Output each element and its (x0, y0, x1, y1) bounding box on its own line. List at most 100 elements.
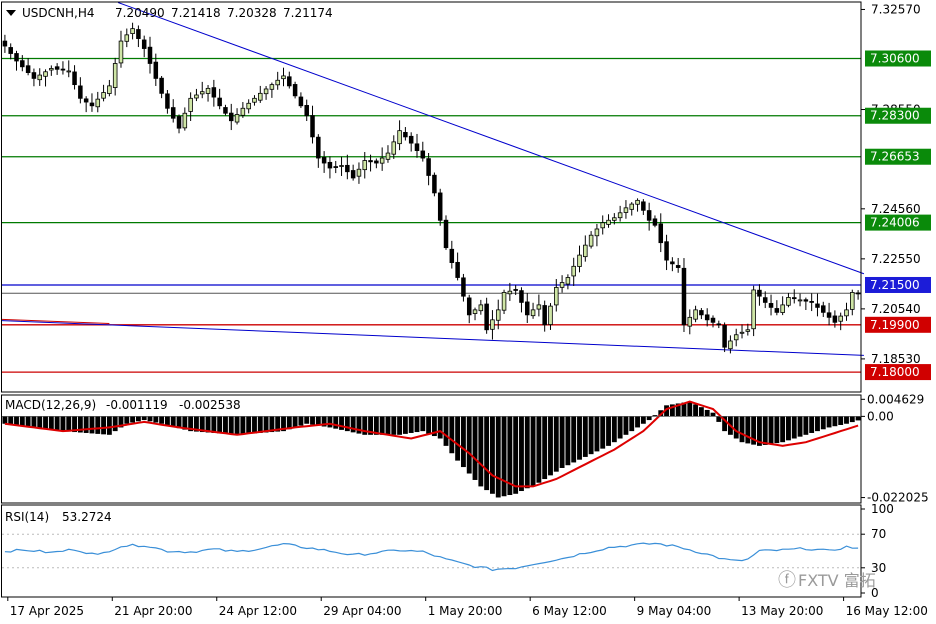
candle-body (379, 157, 385, 164)
candle-body (675, 265, 681, 268)
macd-histogram-bar (803, 416, 809, 435)
macd-histogram-bar (849, 416, 855, 423)
candle-body (234, 114, 240, 123)
candle-body (426, 158, 431, 176)
macd-histogram-bar (437, 416, 443, 439)
candle-body (292, 84, 298, 97)
macd-histogram-bar (490, 416, 495, 494)
candle-body (762, 297, 768, 303)
candle-body (791, 297, 797, 300)
macd-histogram-bar (745, 416, 751, 444)
candle-body (826, 312, 832, 318)
main-chart-title: USDCNH,H4 (22, 6, 95, 20)
candle-body (466, 297, 472, 316)
macd-histogram-bar (112, 416, 118, 432)
candle-body (484, 303, 489, 331)
candle-body (635, 199, 640, 205)
macd-title: MACD(12,26,9) (5, 398, 96, 412)
macd-histogram-bar (344, 416, 350, 432)
candle-body (252, 97, 257, 103)
macd-histogram-bar (635, 416, 640, 428)
macd-histogram-bar (501, 416, 507, 497)
candle-body (316, 136, 321, 159)
candle-body (786, 297, 791, 306)
candle-body (815, 303, 820, 308)
candle-body (821, 305, 826, 313)
macd-histogram-bar (25, 416, 31, 427)
macd-histogram-bar (455, 416, 461, 461)
macd-histogram-bar (472, 416, 478, 480)
macd-histogram-bar (577, 416, 582, 460)
candle-body (768, 303, 774, 308)
macd-histogram-bar (542, 416, 548, 480)
candle-body (391, 141, 397, 155)
macd-histogram-bar (536, 416, 542, 483)
candle-body (501, 292, 507, 311)
macd-histogram-bar (646, 416, 652, 421)
candle-body (751, 289, 756, 330)
macd-histogram-bar (164, 416, 170, 426)
macd-histogram-bar (234, 416, 240, 435)
candle-body (269, 84, 275, 90)
macd-histogram-bar (553, 416, 559, 472)
candle-body (345, 164, 350, 173)
candle-body (107, 85, 112, 94)
macd-histogram-bar (617, 416, 623, 439)
candle-body (2, 40, 8, 47)
macd-histogram-bar (832, 416, 838, 427)
fxtv-logo-icon: ⓕ (778, 570, 796, 591)
candle-body (362, 160, 368, 171)
macd-histogram-bar (855, 416, 861, 421)
macd-histogram-bar (519, 416, 524, 492)
candle-body (95, 98, 101, 108)
macd-histogram-bar (820, 416, 826, 430)
candle-body (658, 223, 664, 244)
y-tick-label: 7.18530 (871, 352, 921, 366)
candle-body (588, 234, 594, 247)
macd-histogram-bar (791, 416, 797, 439)
macd-histogram-bar (710, 412, 716, 417)
candle-body (165, 93, 170, 109)
candle-body (699, 310, 704, 316)
macd-histogram-bar (768, 416, 774, 445)
candle-body (141, 39, 147, 49)
candle-body (176, 116, 182, 129)
candle-body (536, 304, 542, 310)
x-tick-label: 17 Apr 2025 (10, 604, 84, 618)
candle-body (350, 170, 356, 179)
candle-body (25, 65, 31, 73)
macd-histogram-bar (408, 416, 414, 433)
candle-body (229, 112, 234, 122)
candle-body (844, 309, 849, 317)
candle-body (298, 96, 304, 107)
candle-body (850, 292, 855, 310)
candle-body (258, 92, 263, 101)
macd-histogram-bar (292, 416, 298, 428)
level-tag-label: 7.19900 (870, 318, 920, 332)
candle-body (461, 277, 466, 297)
macd-y-tick-label: 0.004629 (867, 392, 924, 406)
macd-histogram-bar (739, 416, 745, 443)
candle-body (420, 150, 426, 159)
macd-histogram-bar (170, 416, 176, 427)
candle-body (681, 267, 687, 326)
candle-body (89, 102, 95, 107)
candle-body (374, 160, 379, 164)
macd-histogram-bar (89, 416, 95, 434)
y-tick-label: 7.22550 (871, 252, 921, 266)
candle-body (37, 74, 42, 81)
candle-body (443, 219, 449, 249)
macd-histogram-bar (640, 416, 646, 424)
macd-histogram-bar (844, 416, 849, 424)
candle-body (321, 157, 327, 164)
macd-histogram-bar (466, 416, 472, 474)
macd-histogram-bar (217, 416, 223, 434)
macd-histogram-bar (495, 416, 501, 498)
macd-histogram-bar (559, 416, 565, 468)
candle-body (159, 77, 164, 94)
candle-body (432, 174, 437, 194)
price-chart[interactable]: 7.325707.285507.245607.225507.205407.185… (0, 0, 936, 624)
candle-body (83, 98, 89, 103)
candle-body (414, 143, 420, 151)
macd-histogram-bar (304, 416, 310, 424)
